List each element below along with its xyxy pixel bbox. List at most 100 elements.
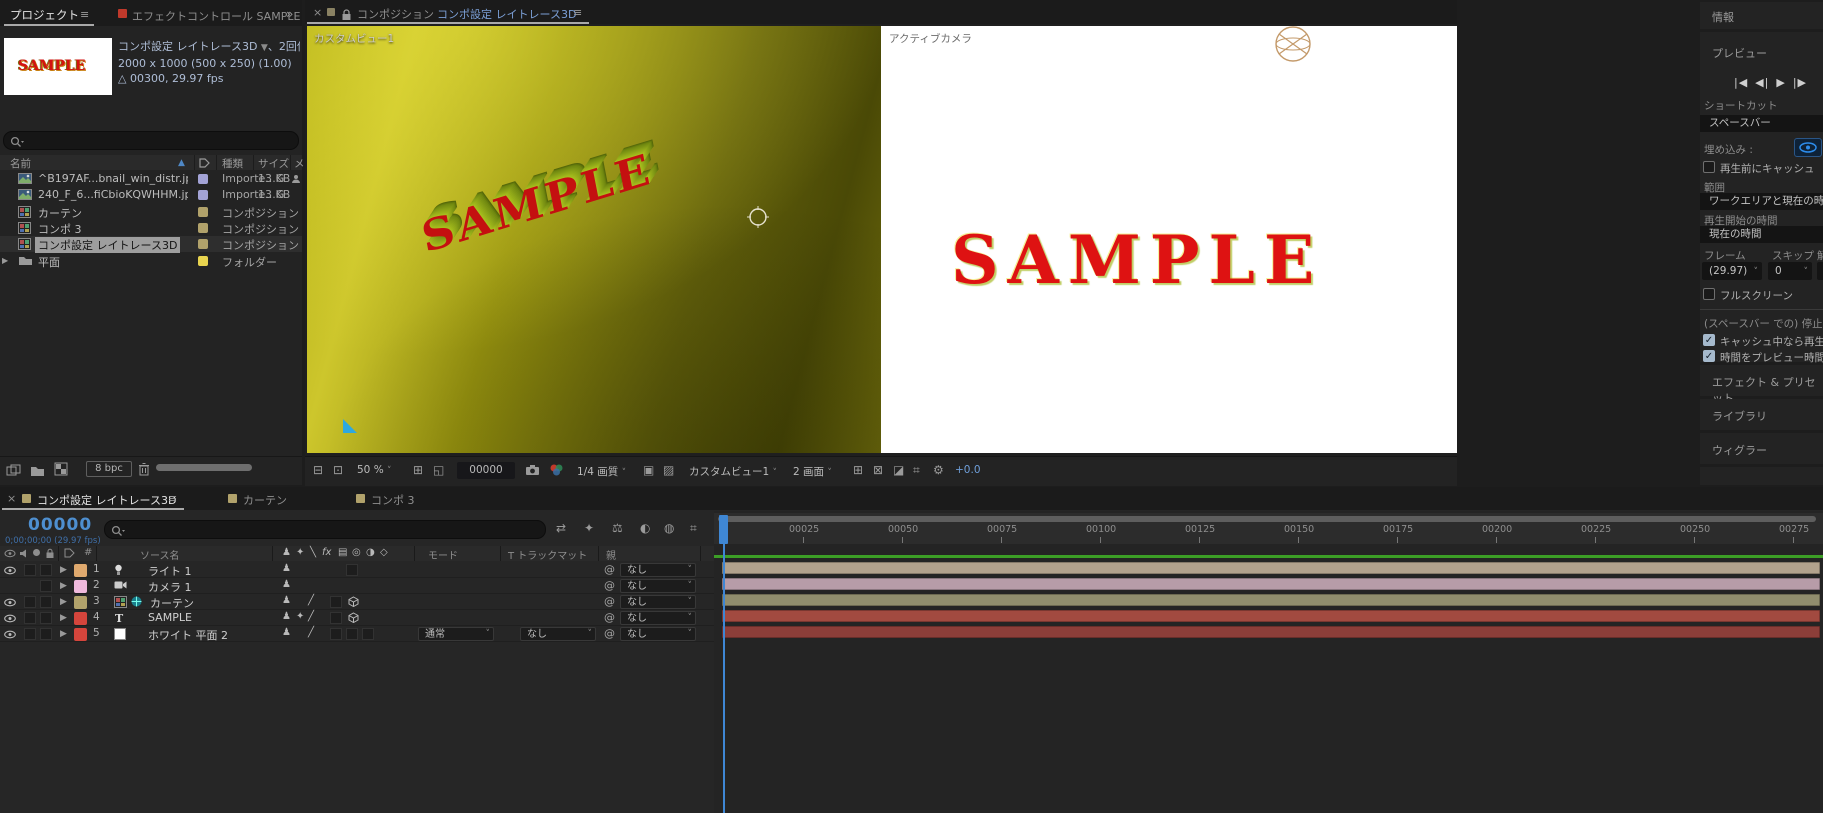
horizontal-scrollbar[interactable]: [156, 464, 252, 471]
audio-column-icon[interactable]: [19, 549, 29, 561]
parent-dropdown[interactable]: なし ˅: [620, 579, 696, 593]
range-dropdown[interactable]: ワークエリアと現在の時間: [1700, 193, 1823, 210]
play-from-dropdown[interactable]: 現在の時間: [1700, 226, 1823, 243]
parent-dropdown[interactable]: なし ˅: [620, 563, 696, 577]
layer-expander-icon[interactable]: ▶: [60, 581, 67, 591]
layer-name[interactable]: カーテン: [150, 595, 194, 611]
3d-layer-switch[interactable]: [348, 612, 359, 626]
tab-overflow-chevron[interactable]: »: [286, 7, 293, 21]
layer-expander-icon[interactable]: ▶: [60, 629, 67, 639]
current-time-indicator-head[interactable]: [719, 515, 728, 544]
project-row[interactable]: カーテン コンポジション: [0, 204, 302, 220]
layer-av-cell[interactable]: [24, 612, 36, 624]
lock-column-icon[interactable]: [45, 548, 55, 562]
layer-av-cell[interactable]: [40, 596, 52, 608]
cache-play-checkbox[interactable]: ✓: [1703, 334, 1715, 346]
timeline-nav-icon[interactable]: ◪: [893, 463, 904, 477]
flowchart-icon[interactable]: ⌗: [913, 463, 920, 478]
layer-name[interactable]: カメラ 1: [148, 579, 192, 595]
layer-row[interactable]: ▶ 1 ライト 1 ♟ @ なし ˅: [0, 562, 714, 578]
layer-duration-bar[interactable]: [722, 562, 1820, 574]
bit-depth-button[interactable]: 8 bpc: [86, 461, 132, 477]
layer-switch-cell[interactable]: [330, 612, 342, 624]
clipped-panel-header[interactable]: [1700, 467, 1823, 485]
shortcut-dropdown[interactable]: スペースバー: [1700, 115, 1823, 132]
layer-label-swatch[interactable]: [74, 596, 87, 609]
interpret-footage-icon[interactable]: [6, 462, 22, 481]
timeline-close-icon[interactable]: ×: [7, 492, 16, 505]
timeline-tab-active[interactable]: コンポ設定 レイトレース3D: [37, 492, 176, 508]
timeline-panel-menu-icon[interactable]: ≡: [168, 492, 177, 505]
project-row[interactable]: コンポ 3 コンポジション: [0, 220, 302, 236]
new-composition-icon[interactable]: [54, 461, 68, 480]
project-search-input[interactable]: [3, 131, 299, 150]
frame-rate-dropdown[interactable]: (29.97) ˅: [1702, 262, 1762, 280]
col-name[interactable]: 名前: [10, 156, 31, 171]
library-panel-header[interactable]: ライブラリ: [1700, 399, 1823, 430]
project-row[interactable]: コンポ設定 レイトレース3D コンポジション: [0, 236, 302, 254]
hide-shy-layers-icon[interactable]: ✦: [584, 521, 594, 535]
parent-pickwhip-icon[interactable]: @: [604, 627, 615, 640]
layer-duration-bar[interactable]: [722, 610, 1820, 622]
layer-switch-cell[interactable]: [330, 628, 342, 640]
view-layout-dropdown[interactable]: 2 画面 ˅: [793, 464, 832, 479]
layer-duration-bar[interactable]: [722, 594, 1820, 606]
transport-button-2[interactable]: ▶: [1776, 76, 1785, 89]
transport-button-3[interactable]: |▶: [1793, 76, 1807, 89]
current-frame-display[interactable]: 00000: [28, 515, 92, 535]
layer-row[interactable]: ▶ 5 ホワイト 平面 2 ♟ ╱ 通常 ˅ なし ˅ @ なし ˅: [0, 626, 714, 642]
col-meta[interactable]: メ: [294, 156, 305, 171]
layer-av-cell[interactable]: [40, 628, 52, 640]
frame-blending-icon[interactable]: ⚖: [612, 521, 623, 535]
viewer-timecode-field[interactable]: 00000: [457, 462, 515, 479]
label-color-swatch[interactable]: [198, 206, 208, 217]
share-view-icon[interactable]: ⊞: [853, 463, 863, 477]
close-tab-icon[interactable]: ×: [313, 6, 322, 19]
tab-project[interactable]: プロジェクト: [10, 7, 79, 23]
label-color-swatch[interactable]: [198, 174, 208, 184]
quality-switch[interactable]: ╱: [308, 595, 314, 606]
parent-col-label[interactable]: 親: [606, 547, 616, 562]
layer-eye-toggle[interactable]: [4, 629, 16, 642]
transport-button-1[interactable]: ◀|: [1755, 76, 1769, 89]
shy-switch[interactable]: ♟: [282, 611, 291, 622]
fast-previews-icon[interactable]: ▣: [643, 463, 654, 477]
blend-mode-dropdown[interactable]: 通常 ˅: [418, 627, 494, 641]
layer-av-cell[interactable]: [24, 596, 36, 608]
source-name-col-label[interactable]: ソース名: [140, 547, 180, 562]
shy-switch[interactable]: ♟: [282, 627, 291, 638]
project-thumbnail[interactable]: SAMPLE: [4, 38, 112, 95]
grid-guides-icon[interactable]: ⊞: [413, 463, 423, 477]
timeline-tab-comp3[interactable]: コンポ 3: [371, 492, 415, 508]
layer-switch-cell[interactable]: [330, 596, 342, 608]
layer-duration-bar[interactable]: [722, 626, 1820, 638]
col-type[interactable]: 種類: [222, 156, 243, 171]
label-color-swatch[interactable]: [198, 222, 208, 233]
layer-label-swatch[interactable]: [74, 580, 87, 593]
layer-eye-toggle[interactable]: [4, 613, 16, 626]
video-column-icon[interactable]: [4, 549, 16, 561]
layer-switch-cell[interactable]: [346, 564, 358, 576]
col-size[interactable]: サイズ: [258, 156, 289, 171]
layer-label-swatch[interactable]: [74, 564, 87, 577]
label-color-swatch[interactable]: [198, 190, 208, 201]
effects-presets-panel-header[interactable]: エフェクト & プリセット: [1700, 365, 1823, 405]
viewer-panel-menu-icon[interactable]: ≡: [573, 6, 582, 19]
wiggler-panel-header[interactable]: ウィグラー: [1700, 433, 1823, 464]
brainstorm-icon[interactable]: ◍: [664, 521, 674, 535]
layer-expander-icon[interactable]: ▶: [60, 565, 67, 575]
layer-row[interactable]: ▶ 2 カメラ 1 ♟ @ なし ˅: [0, 578, 714, 594]
fullscreen-checkbox[interactable]: [1703, 288, 1715, 300]
solo-column-icon[interactable]: [33, 549, 40, 556]
layer-row[interactable]: ▶ 4 T SAMPLE ♟ ✦ ╱ @ なし ˅: [0, 610, 714, 626]
resolution-dropdown[interactable]: 1/4 画質 ˅: [577, 464, 626, 479]
layer-duration-bar[interactable]: [722, 578, 1820, 590]
3d-layer-switch[interactable]: [348, 596, 359, 610]
magnification-dropdown[interactable]: 50 % ˅: [357, 464, 392, 476]
label-color-swatch[interactable]: [198, 255, 208, 266]
info-caret-icon[interactable]: ▼: [261, 43, 268, 53]
layer-switch-cell[interactable]: [346, 628, 358, 640]
project-row[interactable]: ▶ 平面 フォルダー: [0, 253, 302, 269]
timeline-tab-curtain[interactable]: カーテン: [243, 492, 287, 508]
parent-pickwhip-icon[interactable]: @: [604, 595, 615, 608]
